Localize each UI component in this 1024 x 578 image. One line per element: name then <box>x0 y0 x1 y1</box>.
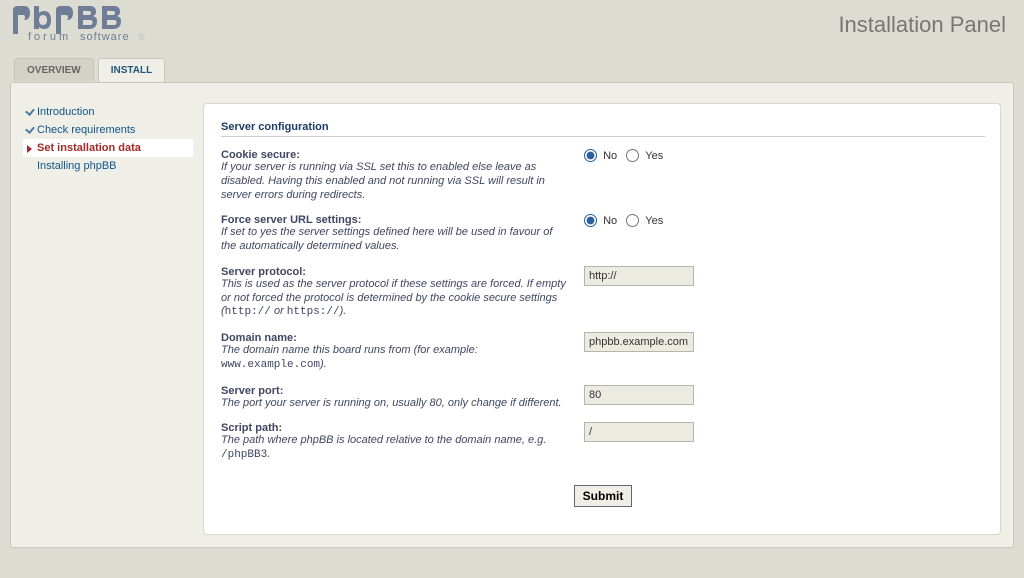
page-title: Installation Panel <box>838 12 1006 38</box>
sidebar: Introduction Check requirements Set inst… <box>23 103 193 175</box>
server-protocol-label: Server protocol: <box>221 266 568 278</box>
fieldset-legend: Server configuration <box>221 117 985 137</box>
sidebar-item-check-requirements[interactable]: Check requirements <box>37 124 135 136</box>
svg-text:®: ® <box>138 32 145 42</box>
script-path-label: Script path: <box>221 422 568 434</box>
force-url-label: Force server URL settings: <box>221 214 568 226</box>
phpbb-logo: forum software ® <box>10 0 148 53</box>
server-port-label: Server port: <box>221 385 568 397</box>
force-url-desc: If set to yes the server settings define… <box>221 226 568 254</box>
server-protocol-input[interactable] <box>584 266 694 286</box>
cookie-secure-yes-radio[interactable] <box>626 149 639 162</box>
cookie-secure-no-label[interactable]: No <box>603 150 617 162</box>
server-protocol-desc: This is used as the server protocol if t… <box>221 278 568 320</box>
domain-name-label: Domain name: <box>221 332 568 344</box>
domain-name-desc: The domain name this board runs from (fo… <box>221 344 568 373</box>
force-url-yes-label[interactable]: Yes <box>645 215 663 227</box>
cookie-secure-desc: If your server is running via SSL set th… <box>221 161 568 202</box>
server-port-desc: The port your server is running on, usua… <box>221 397 568 411</box>
force-url-yes-radio[interactable] <box>626 214 639 227</box>
server-port-input[interactable] <box>584 385 694 405</box>
domain-name-input[interactable] <box>584 332 694 352</box>
svg-text:forum: forum <box>28 31 71 43</box>
cookie-secure-yes-label[interactable]: Yes <box>645 150 663 162</box>
tab-install[interactable]: INSTALL <box>98 58 165 82</box>
script-path-desc: The path where phpBB is located relative… <box>221 434 568 463</box>
cookie-secure-no-radio[interactable] <box>584 149 597 162</box>
sidebar-item-installing-phpbb[interactable]: Installing phpBB <box>37 160 117 172</box>
sidebar-item-introduction[interactable]: Introduction <box>37 106 94 118</box>
submit-button[interactable] <box>574 485 633 507</box>
svg-text:software: software <box>80 31 130 43</box>
sidebar-item-set-installation-data[interactable]: Set installation data <box>37 142 141 154</box>
force-url-no-radio[interactable] <box>584 214 597 227</box>
main-panel: Server configuration Cookie secure: If y… <box>203 103 1001 535</box>
cookie-secure-label: Cookie secure: <box>221 149 568 161</box>
script-path-input[interactable] <box>584 422 694 442</box>
tab-overview[interactable]: OVERVIEW <box>14 58 94 81</box>
force-url-no-label[interactable]: No <box>603 215 617 227</box>
